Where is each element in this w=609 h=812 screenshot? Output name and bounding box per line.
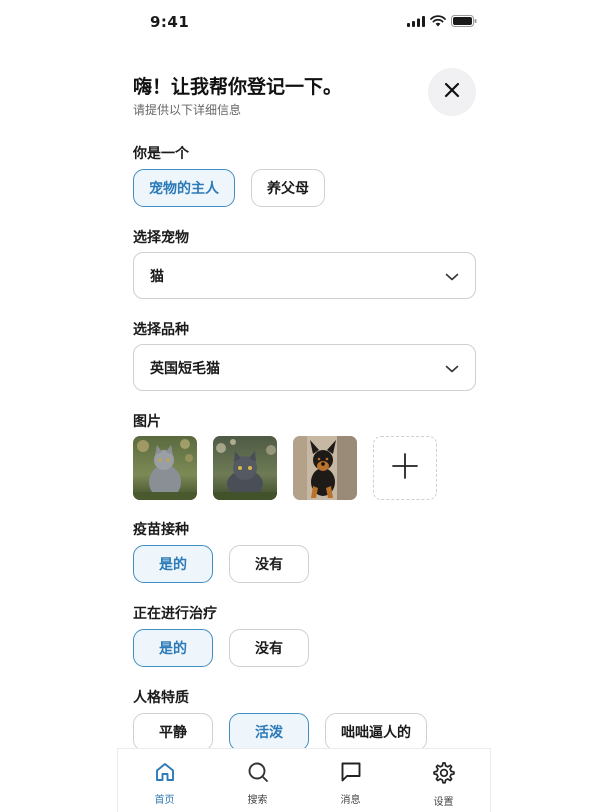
treatment-label: 正在进行治疗 (133, 606, 217, 622)
tab-messages-label: 消息 (340, 795, 361, 806)
breed-select-value: 英国短毛猫 (150, 360, 220, 377)
tab-settings[interactable]: 设置 (397, 749, 490, 812)
home-icon (154, 761, 176, 787)
personality-option-lively-label: 活泼 (255, 725, 283, 741)
role-option-foster[interactable]: 养父母 (251, 169, 325, 207)
page-subtitle: 请提供以下详细信息 (133, 103, 242, 117)
treatment-option-yes[interactable]: 是的 (133, 629, 213, 667)
tab-settings-label: 设置 (433, 797, 454, 808)
battery-icon (451, 15, 477, 27)
page-title: 嗨！让我帮你登记一下。 (133, 76, 343, 98)
close-icon (444, 82, 460, 102)
personality-option-aggressive[interactable]: 咄咄逼人的 (325, 713, 427, 751)
vaccinated-option-no-label: 没有 (255, 557, 283, 573)
pet-label: 选择宠物 (133, 230, 189, 246)
tab-bar: 首页 搜索 消息 设置 (117, 748, 491, 812)
signal-icon (407, 15, 425, 27)
treatment-option-yes-label: 是的 (159, 641, 187, 657)
tab-messages[interactable]: 消息 (304, 749, 397, 812)
vaccinated-option-yes[interactable]: 是的 (133, 545, 213, 583)
role-option-foster-label: 养父母 (267, 181, 309, 197)
close-button[interactable] (428, 68, 476, 116)
add-photo-button[interactable] (373, 436, 437, 500)
tab-search-label: 搜索 (247, 795, 268, 806)
register-pet-screen: 9:41 嗨！让我帮你登记一下。 请提供以下详细信息 你是一个 宠物的主人 养父… (0, 0, 609, 812)
personality-option-calm-label: 平静 (159, 725, 187, 741)
personality-option-lively[interactable]: 活泼 (229, 713, 309, 751)
treatment-option-no-label: 没有 (255, 641, 283, 657)
status-icons (407, 15, 477, 27)
personality-option-aggressive-label: 咄咄逼人的 (341, 725, 411, 741)
message-icon (340, 761, 362, 787)
chevron-down-icon (445, 358, 459, 377)
photos-label: 图片 (133, 414, 161, 430)
status-bar: 9:41 (117, 0, 491, 44)
status-time: 9:41 (150, 13, 190, 31)
tab-home-label: 首页 (154, 795, 175, 806)
vaccinated-label: 疫苗接种 (133, 522, 189, 538)
tab-search[interactable]: 搜索 (211, 749, 304, 812)
vaccinated-option-no[interactable]: 没有 (229, 545, 309, 583)
pet-select[interactable]: 猫 (133, 252, 476, 299)
breed-label: 选择品种 (133, 322, 189, 338)
gray-cat-photo[interactable] (133, 436, 197, 500)
breed-select[interactable]: 英国短毛猫 (133, 344, 476, 391)
pet-select-value: 猫 (150, 268, 164, 285)
puppy-photo[interactable] (293, 436, 357, 500)
personality-label: 人格特质 (133, 690, 189, 706)
role-label: 你是一个 (133, 146, 189, 162)
tab-home[interactable]: 首页 (118, 749, 211, 812)
role-option-owner-label: 宠物的主人 (149, 181, 219, 197)
search-icon (247, 761, 269, 787)
role-option-owner[interactable]: 宠物的主人 (133, 169, 235, 207)
wifi-icon (430, 15, 446, 27)
personality-option-calm[interactable]: 平静 (133, 713, 213, 751)
dark-cat-photo[interactable] (213, 436, 277, 500)
vaccinated-option-yes-label: 是的 (159, 557, 187, 573)
plus-icon (392, 453, 418, 483)
treatment-option-no[interactable]: 没有 (229, 629, 309, 667)
chevron-down-icon (445, 266, 459, 285)
gear-icon (432, 761, 456, 789)
